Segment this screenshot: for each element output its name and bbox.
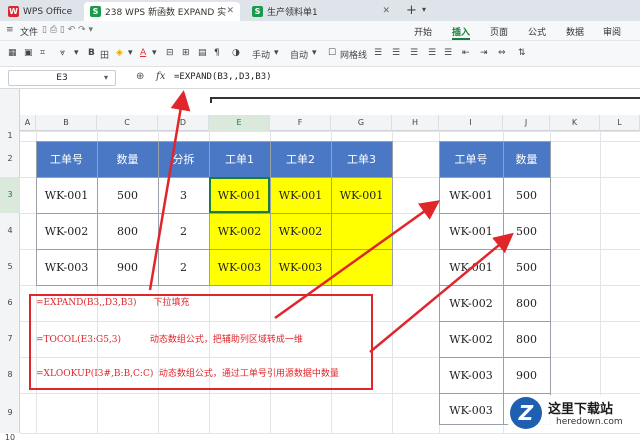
row-header-6[interactable]: 6 [0,285,20,321]
row-header-2[interactable]: 2 [0,141,20,177]
row-header-3[interactable]: 3 [0,177,20,213]
row-header-9[interactable]: 9 [0,393,20,433]
row-header-4[interactable]: 4 [0,213,20,249]
arrow-to-xlookup [369,232,514,353]
row-header-7[interactable]: 7 [0,321,20,357]
row-header-5[interactable]: 5 [0,249,20,285]
row-header-1[interactable]: 1 [0,131,20,141]
gridline-horizontal [20,433,640,434]
row-header-8[interactable]: 8 [0,357,20,393]
watermark: Z 这里下载站 heredown.com [508,395,640,433]
watermark-title: 这里下载站 [548,402,614,417]
row-header-10[interactable]: 10 [0,433,20,442]
arrow-to-formula [148,90,191,291]
annotation-arrows [148,90,514,353]
watermark-url: heredown.com [556,417,623,427]
arrow-to-tocol [274,200,441,320]
watermark-logo-icon: Z [510,397,542,429]
